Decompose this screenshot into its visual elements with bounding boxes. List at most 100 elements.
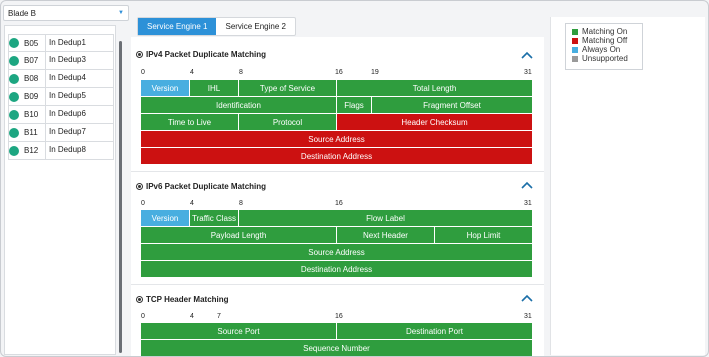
ipv4-section-header[interactable]: IPv4 Packet Duplicate Matching (136, 50, 266, 59)
ruler-tick: 4 (190, 313, 194, 320)
field-next-header[interactable]: Next Header (337, 227, 435, 243)
legend-label: Matching On (582, 27, 628, 36)
status-dot-icon (9, 109, 19, 120)
blade-row-b12[interactable]: B12 In Dedup8 (8, 142, 114, 160)
blade-name: In Dedup5 (45, 88, 113, 105)
ruler-tick: 16 (335, 313, 343, 320)
red-swatch-icon (572, 37, 578, 44)
blade-name: In Dedup4 (45, 70, 113, 87)
field-sequence-number[interactable]: Sequence Number (141, 340, 533, 356)
blade-list-panel: B05 In Dedup1 B07 In Dedup3 B08 In Dedup… (4, 25, 116, 355)
ipv6-field-grid: Version Traffic Class Flow Label Payload… (141, 210, 533, 278)
chevron-down-icon: ▼ (118, 10, 124, 16)
blade-id: B11 (24, 128, 38, 137)
status-dot-icon (9, 145, 19, 156)
window: Blade B ▼ B05 In Dedup1 B07 In Dedup3 B0… (0, 0, 709, 357)
blade-id: B09 (24, 92, 39, 101)
ruler-tick: 4 (190, 69, 194, 76)
field-identification[interactable]: Identification (141, 97, 337, 113)
tcp-section-header[interactable]: TCP Header Matching (136, 295, 229, 304)
status-dot-icon (9, 73, 19, 84)
ruler-tick: 19 (371, 69, 379, 76)
ruler-tick: 16 (335, 200, 343, 207)
legend-item-unsupported: Unsupported (572, 54, 636, 63)
field-type-of-service[interactable]: Type of Service (239, 80, 337, 96)
blade-select[interactable]: Blade B ▼ (3, 5, 129, 21)
legend-item-matching-off: Matching Off (572, 36, 636, 45)
radio-icon (136, 51, 143, 58)
field-flow-label[interactable]: Flow Label (239, 210, 533, 226)
blade-id: B08 (24, 74, 39, 83)
blade-id: B12 (24, 146, 39, 155)
field-protocol[interactable]: Protocol (239, 114, 337, 130)
field-fragment-offset[interactable]: Fragment Offset (372, 97, 533, 113)
ipv4-section-title: IPv4 Packet Duplicate Matching (146, 50, 267, 59)
blade-row-b09[interactable]: B09 In Dedup5 (8, 88, 114, 106)
field-traffic-class[interactable]: Traffic Class (190, 210, 239, 226)
field-source-address[interactable]: Source Address (141, 244, 533, 260)
ruler-tick: 31 (524, 200, 532, 207)
ipv6-section-header[interactable]: IPv6 Packet Duplicate Matching (136, 182, 266, 191)
status-dot-icon (9, 55, 19, 66)
blade-row-b07[interactable]: B07 In Dedup3 (8, 52, 114, 70)
tcp-field-grid: Source Port Destination Port Sequence Nu… (141, 323, 533, 356)
ipv4-bit-ruler: 0 4 8 16 19 31 (141, 69, 532, 79)
ruler-tick: 31 (524, 313, 532, 320)
ruler-tick: 0 (141, 313, 145, 320)
legend-panel: Matching On Matching Off Always On Unsup… (550, 17, 705, 355)
blade-id: B05 (24, 38, 39, 48)
legend-label: Matching Off (582, 36, 628, 45)
field-total-length[interactable]: Total Length (337, 80, 533, 96)
field-version[interactable]: Version (141, 210, 190, 226)
ruler-tick: 0 (141, 200, 145, 207)
blade-list: B05 In Dedup1 B07 In Dedup3 B08 In Dedup… (8, 34, 114, 160)
field-destination-address[interactable]: Destination Address (141, 148, 533, 164)
matching-panel: IPv4 Packet Duplicate Matching 0 4 8 16 … (131, 37, 544, 356)
field-destination-address[interactable]: Destination Address (141, 261, 533, 277)
field-hop-limit[interactable]: Hop Limit (435, 227, 533, 243)
ipv6-section-title: IPv6 Packet Duplicate Matching (146, 182, 267, 191)
legend-item-always-on: Always On (572, 45, 636, 54)
blade-id: B07 (24, 56, 39, 65)
tab-service-engine-2[interactable]: Service Engine 2 (216, 18, 294, 35)
field-flags[interactable]: Flags (337, 97, 372, 113)
engine-tabs: Service Engine 1 Service Engine 2 (137, 17, 296, 36)
blade-select-value: Blade B (8, 9, 37, 18)
tcp-bit-ruler: 0 4 7 16 31 (141, 313, 532, 323)
blade-row-b05[interactable]: B05 In Dedup1 (8, 34, 114, 52)
legend-label: Unsupported (582, 54, 628, 63)
green-swatch-icon (572, 28, 578, 35)
legend-label: Always On (582, 45, 621, 54)
chevron-up-icon[interactable] (521, 51, 533, 59)
section-divider (131, 171, 544, 172)
ipv6-bit-ruler: 0 4 8 16 31 (141, 200, 532, 210)
blade-row-b08[interactable]: B08 In Dedup4 (8, 70, 114, 88)
status-dot-icon (9, 127, 19, 138)
ipv4-field-grid: Version IHL Type of Service Total Length… (141, 80, 533, 165)
ruler-tick: 31 (524, 69, 532, 76)
blade-name: In Dedup3 (45, 52, 113, 69)
blade-row-b10[interactable]: B10 In Dedup6 (8, 106, 114, 124)
field-time-to-live[interactable]: Time to Live (141, 114, 239, 130)
field-destination-port[interactable]: Destination Port (337, 323, 533, 339)
chevron-up-icon[interactable] (521, 294, 533, 302)
radio-icon (136, 296, 143, 303)
field-source-address[interactable]: Source Address (141, 131, 533, 147)
blue-swatch-icon (572, 46, 578, 53)
blade-row-b11[interactable]: B11 In Dedup7 (8, 124, 114, 142)
tab-service-engine-1[interactable]: Service Engine 1 (138, 18, 217, 35)
tcp-section-title: TCP Header Matching (146, 295, 229, 304)
chevron-up-icon[interactable] (521, 181, 533, 189)
blade-name: In Dedup7 (45, 124, 113, 141)
field-version[interactable]: Version (141, 80, 190, 96)
field-source-port[interactable]: Source Port (141, 323, 337, 339)
blade-name: In Dedup1 (45, 35, 113, 51)
scrollbar[interactable] (119, 41, 122, 353)
legend-item-matching-on: Matching On (572, 27, 636, 36)
ruler-tick: 8 (239, 200, 243, 207)
section-divider (131, 284, 544, 285)
field-header-checksum[interactable]: Header Checksum (337, 114, 533, 130)
field-payload-length[interactable]: Payload Length (141, 227, 337, 243)
field-ihl[interactable]: IHL (190, 80, 239, 96)
blade-name: In Dedup6 (45, 106, 113, 123)
